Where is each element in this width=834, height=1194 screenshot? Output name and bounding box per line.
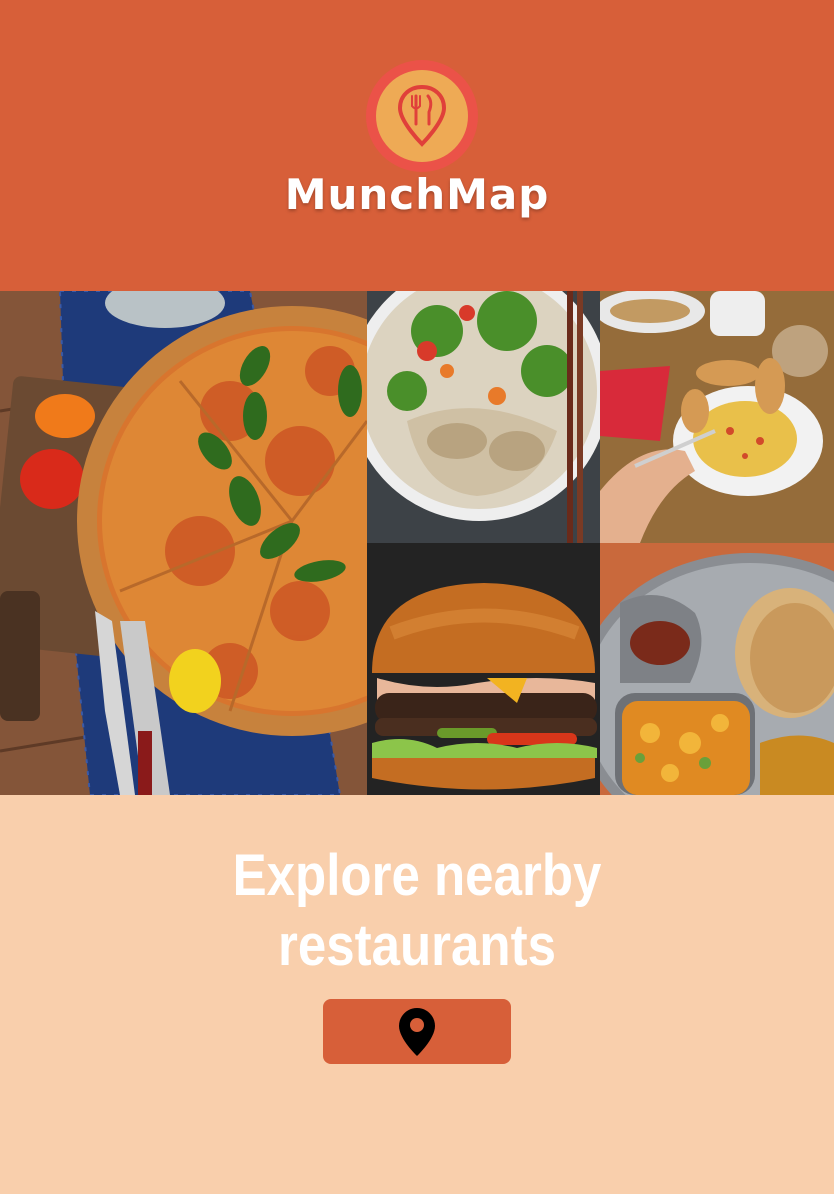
thali-platter-photo: [600, 543, 834, 795]
burger-photo: [367, 543, 600, 795]
map-pin-cutlery-icon: [397, 84, 447, 147]
map-pin-icon: [399, 1008, 435, 1056]
noodle-salad-bowl-photo: [367, 291, 600, 543]
logo-badge: [376, 70, 468, 162]
food-photo-collage: [0, 291, 834, 795]
scrambled-eggs-breakfast-photo: [600, 291, 834, 543]
hero-headline: Explore nearby restaurants: [50, 841, 784, 981]
locate-nearby-button[interactable]: [323, 999, 511, 1064]
app-title: MunchMap: [284, 170, 550, 219]
hero-section: Explore nearby restaurants: [0, 795, 834, 1194]
hero-headline-line1: Explore nearby: [232, 843, 602, 908]
pizza-photo: [0, 291, 367, 795]
hero-headline-line2: restaurants: [277, 913, 556, 978]
app-header: MunchMap: [0, 0, 834, 291]
app-logo: [366, 60, 478, 172]
